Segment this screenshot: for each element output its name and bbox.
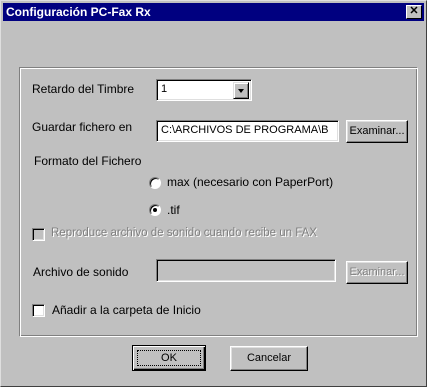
format-radio-max[interactable] [149,177,161,189]
play-sound-checkbox[interactable] [32,228,45,241]
close-icon: ✕ [409,5,419,17]
browse-sound-button[interactable]: Examinar... [346,261,408,284]
focus-rect [137,350,201,366]
cancel-label: Cancelar [246,352,292,364]
save-folder-field[interactable]: C:\ARCHIVOS DE PROGRAMA\B [156,120,339,142]
title-bar[interactable]: Configuración PC-Fax Rx ✕ [3,3,424,21]
ring-delay-label: Retardo del Timbre [32,82,135,96]
settings-group [19,67,418,337]
format-radio-tif[interactable] [149,204,161,216]
chevron-down-icon[interactable] [233,82,249,99]
ok-button[interactable]: OK [132,345,206,371]
ring-delay-dropdown[interactable]: 1 [156,79,252,101]
play-sound-label: Reproduce archivo de sonido cuando recib… [51,227,317,239]
dialog-window: Configuración PC-Fax Rx ✕ Retardo del Ti… [0,0,427,387]
cancel-button[interactable]: Cancelar [230,346,308,371]
format-option-max-label[interactable]: max (necesario con PaperPort) [167,175,333,189]
browse-sound-label: Examinar... [349,266,405,278]
save-folder-label: Guardar fichero en [32,120,133,134]
window-title: Configuración PC-Fax Rx [6,5,151,19]
browse-folder-label: Examinar... [349,125,405,137]
format-option-tif-label[interactable]: .tif [167,203,180,217]
ring-delay-value: 1 [161,83,168,95]
add-startup-checkbox[interactable] [32,304,45,317]
sound-file-field[interactable] [156,259,336,282]
sound-file-label: Archivo de sonido [33,265,129,279]
file-format-label: Formato del Fichero [34,154,142,168]
add-startup-label: Añadir a la carpeta de Inicio [52,303,201,317]
browse-folder-button[interactable]: Examinar... [346,120,408,143]
save-folder-value: C:\ARCHIVOS DE PROGRAMA\B [161,124,329,136]
close-button[interactable]: ✕ [406,5,422,19]
